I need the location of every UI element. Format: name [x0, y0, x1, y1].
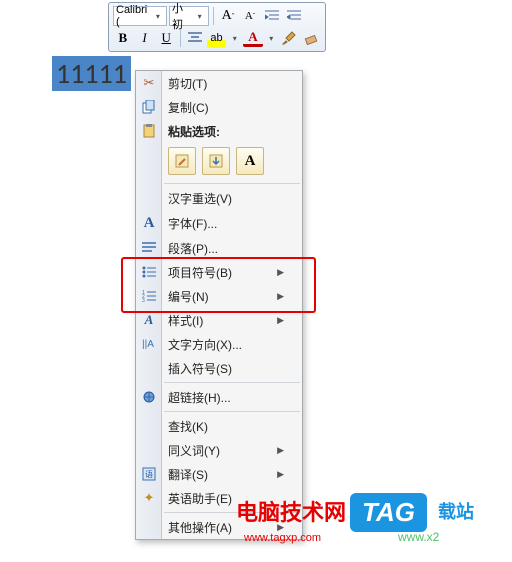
separator [164, 411, 300, 412]
cut-icon: ✂ [140, 74, 158, 92]
bullets-icon [140, 263, 158, 281]
menu-label: 剪切(T) [168, 75, 284, 92]
mini-toolbar: Calibri ( ▾ 小初 ▾ Aˆ Aˇ B I U ab ▾ A ▾ [108, 2, 326, 52]
font-name-value: Calibri ( [116, 4, 152, 28]
bold-button[interactable]: B [113, 28, 133, 48]
menu-label: 粘贴选项: [168, 123, 284, 140]
increase-indent-button[interactable] [284, 6, 304, 26]
watermark-site-name: 电脑技术网 [236, 495, 346, 527]
menu-label: 编号(N) [168, 288, 277, 305]
svg-text:||A: ||A [142, 339, 154, 350]
selected-text: 11111 [52, 56, 131, 91]
format-painter-button[interactable] [280, 28, 300, 48]
menu-label: 查找(K) [168, 418, 284, 435]
menu-copy[interactable]: 复制(C) [136, 95, 302, 119]
separator [164, 382, 300, 383]
styles-icon: A [140, 311, 158, 329]
submenu-arrow-icon: ▶ [277, 291, 284, 302]
dropdown-icon[interactable]: ▾ [228, 34, 241, 43]
menu-font[interactable]: A 字体(F)... [136, 210, 302, 236]
separator [180, 29, 181, 47]
context-menu: ✂ 剪切(T) 复制(C) 粘贴选项: A 汉字重选(V) [135, 70, 303, 540]
menu-cut[interactable]: ✂ 剪切(T) [136, 71, 302, 95]
menu-numbering[interactable]: 123 编号(N) ▶ [136, 284, 302, 308]
clipboard-brush-icon [174, 153, 190, 169]
align-center-button[interactable] [185, 28, 205, 48]
eraser-icon [304, 31, 318, 45]
align-center-icon [188, 32, 202, 44]
dropdown-icon: ▾ [152, 12, 164, 21]
brush-icon [282, 31, 296, 45]
menu-label: 项目符号(B) [168, 264, 277, 281]
clear-format-button[interactable] [301, 28, 321, 48]
shrink-font-button[interactable]: Aˇ [240, 6, 260, 26]
download-text: 载站 [438, 498, 474, 524]
text-direction-icon: ||A [140, 335, 158, 353]
watermark-site-url: www.tagxp.com [244, 532, 321, 544]
menu-label: 文字方向(X)... [168, 336, 284, 353]
separator [164, 183, 300, 184]
download-url: www.x2 [398, 530, 439, 544]
menu-label: 超链接(H)... [168, 389, 284, 406]
hyperlink-icon [140, 388, 158, 406]
paragraph-icon [140, 239, 158, 257]
menu-paste-options-header: 粘贴选项: [136, 119, 302, 143]
menu-label: 插入符号(S) [168, 360, 284, 377]
clipboard-arrow-icon [208, 153, 224, 169]
grow-font-button[interactable]: Aˆ [218, 6, 238, 26]
paste-merge-button[interactable] [202, 147, 230, 175]
paste-icon [140, 122, 158, 140]
translate-icon: 语 [140, 465, 158, 483]
submenu-arrow-icon: ▶ [277, 315, 284, 326]
assistant-icon: ✦ [140, 489, 158, 507]
menu-label: 样式(I) [168, 312, 277, 329]
menu-label: 汉字重选(V) [168, 190, 284, 207]
menu-label: 翻译(S) [168, 466, 277, 483]
svg-text:语: 语 [145, 469, 153, 479]
underline-button[interactable]: U [156, 28, 176, 48]
menu-label: 段落(P)... [168, 240, 284, 257]
submenu-arrow-icon: ▶ [277, 469, 284, 480]
font-color-button[interactable]: A [243, 30, 263, 47]
menu-synonyms[interactable]: 同义词(Y) ▶ [136, 438, 302, 462]
paste-text-only-button[interactable]: A [236, 147, 264, 175]
dropdown-icon[interactable]: ▾ [265, 34, 278, 43]
increase-indent-icon [287, 10, 301, 22]
menu-bullets[interactable]: 项目符号(B) ▶ [136, 260, 302, 284]
menu-styles[interactable]: A 样式(I) ▶ [136, 308, 302, 332]
tag-logo: TAG [350, 493, 427, 532]
font-name-select[interactable]: Calibri ( ▾ [113, 6, 167, 26]
font-size-select[interactable]: 小初 ▾ [169, 6, 209, 26]
numbering-icon: 123 [140, 287, 158, 305]
menu-label: 复制(C) [168, 99, 284, 116]
menu-translate[interactable]: 语 翻译(S) ▶ [136, 462, 302, 486]
submenu-arrow-icon: ▶ [277, 445, 284, 456]
dropdown-icon: ▾ [193, 12, 206, 21]
highlight-button[interactable]: ab [207, 28, 227, 48]
menu-hanzi-reselect[interactable]: 汉字重选(V) [136, 186, 302, 210]
menu-label: 字体(F)... [168, 215, 284, 232]
submenu-arrow-icon: ▶ [277, 267, 284, 278]
font-icon: A [140, 214, 158, 232]
copy-icon [140, 98, 158, 116]
italic-button[interactable]: I [135, 28, 155, 48]
paste-options-row: A [136, 143, 302, 181]
decrease-indent-button[interactable] [262, 6, 282, 26]
menu-lookup[interactable]: 查找(K) [136, 414, 302, 438]
menu-label: 同义词(Y) [168, 442, 277, 459]
svg-text:3: 3 [142, 298, 145, 302]
menu-paragraph[interactable]: 段落(P)... [136, 236, 302, 260]
menu-insert-symbol[interactable]: 插入符号(S) [136, 356, 302, 380]
decrease-indent-icon [265, 10, 279, 22]
menu-text-direction[interactable]: ||A 文字方向(X)... [136, 332, 302, 356]
paste-keep-source-button[interactable] [168, 147, 196, 175]
separator [213, 7, 214, 25]
menu-hyperlink[interactable]: 超链接(H)... [136, 385, 302, 409]
